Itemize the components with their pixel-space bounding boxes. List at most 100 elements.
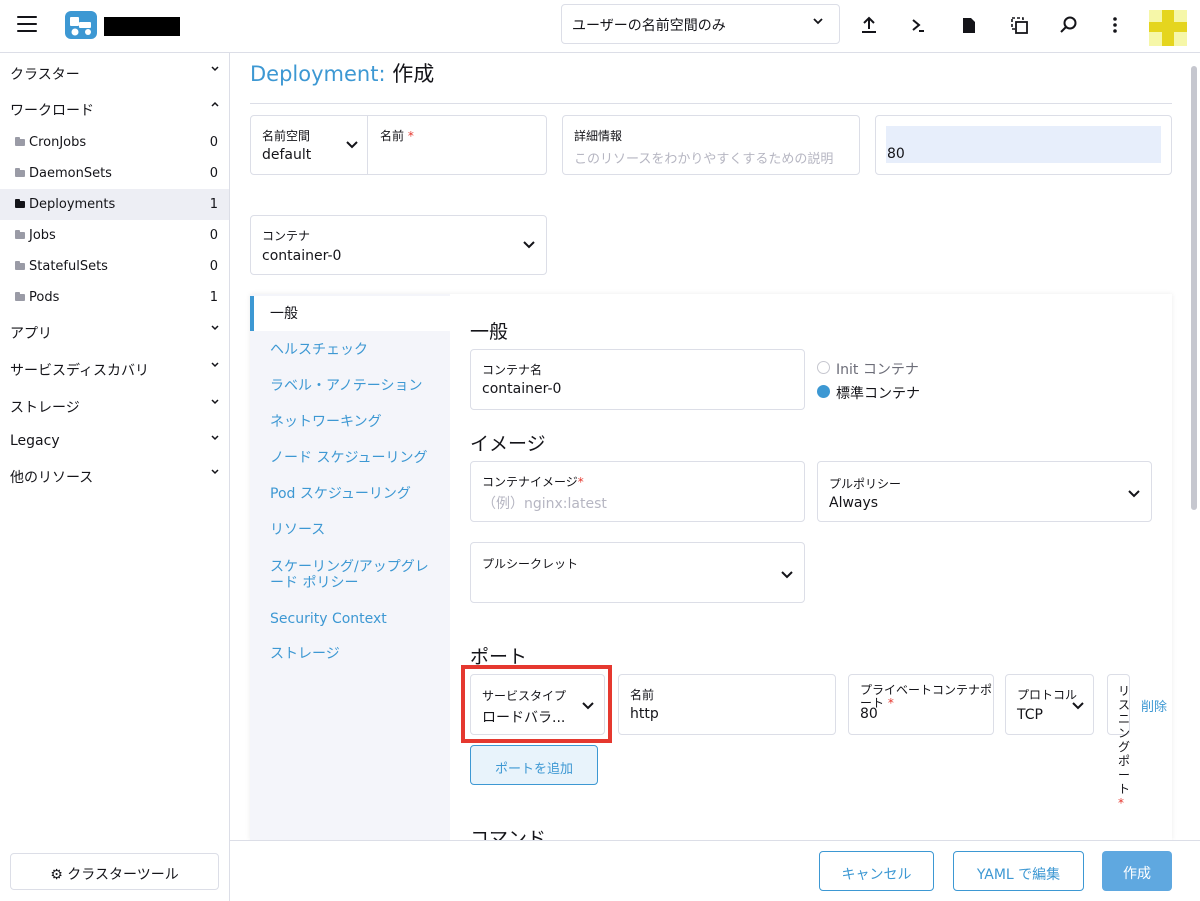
container-image-field[interactable]: コンテナイメージ* （例）nginx:latest [470,461,805,522]
create-button[interactable]: 作成 [1102,851,1172,891]
chevron-down-icon [811,14,825,32]
chevron-down-icon [345,138,359,152]
delete-port-link[interactable]: 削除 [1141,696,1167,715]
pull-secret-select[interactable]: プルシークレット [470,542,805,603]
name-field[interactable]: 名前 * [369,116,546,174]
protocol-select[interactable]: プロトコル TCP [1005,674,1094,735]
sidebar-group-legacy[interactable]: Legacy [10,433,220,449]
menu-icon[interactable] [17,16,37,36]
sidebar-group-service-discovery[interactable]: サービスディスカバリ [10,360,220,380]
sidebar-item-label: StatefulSets [29,259,108,274]
sidebar-item-count: 0 [209,166,218,181]
namespace-name-group: 名前空間 default 名前 * [250,115,547,175]
container-select-value: container-0 [262,248,342,264]
file-icon[interactable] [957,13,981,37]
search-icon[interactable] [1057,13,1081,37]
cancel-button[interactable]: キャンセル [819,851,934,891]
top-header: ユーザーの名前空間のみ [0,0,1200,53]
port-name-label: 名前 [630,688,655,702]
redacted-cluster-name [104,17,180,36]
chevron-down-icon [210,323,220,336]
port-name-value: http [630,706,659,722]
tab-general[interactable]: 一般 [270,306,445,322]
tab-health-check[interactable]: ヘルスチェック [270,342,445,358]
private-port-value: 80 [860,706,878,722]
sidebar-group-cluster[interactable]: クラスター [10,64,220,84]
sidebar-group-workload[interactable]: ワークロード [10,100,220,120]
folder-icon [15,137,25,146]
sidebar-item-count: 1 [209,197,218,212]
sidebar-group-label: ストレージ [10,400,80,416]
tab-security-context[interactable]: Security Context [270,611,445,627]
listening-port-label: リスニングポート* [1118,684,1131,810]
upload-icon[interactable] [857,13,881,37]
pull-secret-label: プルシークレット [482,557,579,571]
tab-scaling-upgrade-policy[interactable]: スケーリング/アップグレード ポリシー [270,559,435,591]
sidebar-group-other-resources[interactable]: 他のリソース [10,467,220,487]
sidebar-item-pods[interactable]: Pods 1 [0,282,229,313]
private-port-label: プライベートコンテナポート * [860,683,993,710]
folder-icon [15,230,25,239]
sidebar-item-jobs[interactable]: Jobs 0 [0,220,229,251]
port-name-field[interactable]: 名前 http [618,674,836,735]
terminal-icon[interactable] [906,13,930,37]
add-port-button[interactable]: ポートを追加 [470,745,598,785]
replicas-field: 80 [875,115,1172,175]
name-label: 名前 * [380,129,414,143]
protocol-value: TCP [1017,707,1043,723]
replicas-value: 80 [887,146,905,162]
description-field[interactable]: 詳細情報 このリソースをわかりやすくするための説明 [562,115,860,175]
sidebar-item-deployments[interactable]: Deployments 1 [0,189,229,220]
tab-networking[interactable]: ネットワーキング [270,414,445,430]
sidebar-item-daemonsets[interactable]: DaemonSets 0 [0,158,229,189]
sidebar-group-apps[interactable]: アプリ [10,323,220,343]
container-name-field[interactable]: コンテナ名 container-0 [470,349,805,410]
folder-icon [15,261,25,270]
cluster-tools-button[interactable]: ⚙ クラスターツール [10,853,219,890]
sidebar-group-label: アプリ [10,326,52,342]
private-container-port-field[interactable]: プライベートコンテナポート * 80 [848,674,994,735]
description-label: 詳細情報 [574,129,623,143]
sidebar-item-cronjobs[interactable]: CronJobs 0 [0,127,229,158]
sidebar-item-count: 0 [209,259,218,274]
replicas-input[interactable]: 80 [886,126,1161,163]
folder-icon [15,292,25,301]
user-avatar[interactable] [1149,10,1187,46]
sidebar-item-label: Deployments [29,197,116,212]
gear-icon: ⚙ [50,867,63,883]
namespace-filter-value: ユーザーの名前空間のみ [572,18,726,34]
highlight-box [461,665,612,743]
radio-label: 標準コンテナ [836,386,920,402]
copy-icon[interactable] [1007,13,1031,37]
chevron-down-icon [522,238,536,252]
tab-pod-scheduling[interactable]: Pod スケジューリング [270,486,445,502]
chevron-down-icon [210,64,220,77]
chevron-down-icon [210,467,220,480]
footer-actions: キャンセル YAML で編集 作成 [230,840,1200,901]
namespace-filter-select[interactable]: ユーザーの名前空間のみ [561,4,840,44]
pull-policy-select[interactable]: プルポリシー Always [817,461,1152,522]
page-title: Deployment: 作成 [250,58,434,88]
container-select[interactable]: コンテナ container-0 [250,215,547,275]
tab-resources[interactable]: リソース [270,522,445,538]
sidebar-item-label: CronJobs [29,135,87,150]
tab-storage[interactable]: ストレージ [270,646,445,662]
sidebar-item-label: Pods [29,290,60,305]
active-tab-indicator [250,296,254,331]
sidebar-group-storage[interactable]: ストレージ [10,397,220,417]
more-vertical-icon[interactable] [1103,13,1127,37]
pull-policy-label: プルポリシー [829,477,902,491]
app-logo[interactable] [65,11,97,39]
edit-yaml-button[interactable]: YAML で編集 [953,851,1084,891]
sidebar-group-label: Legacy [10,433,60,449]
namespace-select[interactable]: 名前空間 default [251,116,368,174]
sidebar-item-statefulsets[interactable]: StatefulSets 0 [0,251,229,282]
tab-labels-annotations[interactable]: ラベル・アノテーション [270,378,445,394]
container-image-placeholder: （例）nginx:latest [482,496,607,512]
scrollbar[interactable] [1191,66,1197,510]
chevron-down-icon [210,360,220,373]
tab-node-scheduling[interactable]: ノード スケジューリング [270,450,445,466]
chevron-down-icon [210,397,220,410]
folder-icon [15,199,25,208]
chevron-down-icon [780,568,794,582]
